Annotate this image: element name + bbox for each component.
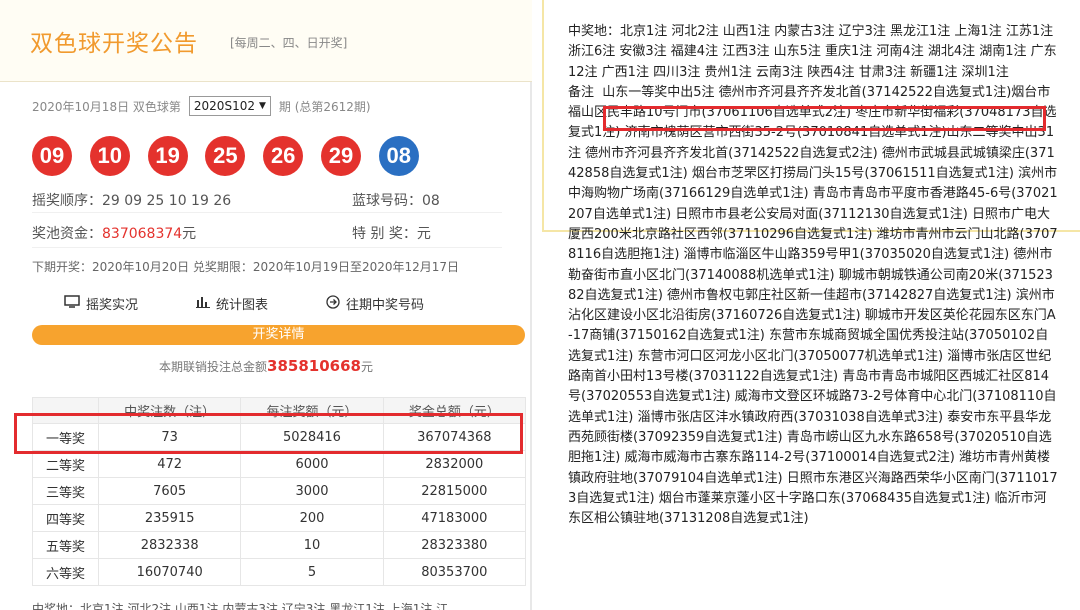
special-prize: 特 别 奖：元 xyxy=(352,223,431,243)
red-ball: 25 xyxy=(205,136,246,176)
blue-number-label: 蓝球号码： xyxy=(352,193,422,209)
arrow-circle-icon xyxy=(326,294,340,313)
total-sales: 本期联销投注总金额385810668元 xyxy=(0,357,532,375)
monitor-icon xyxy=(64,295,80,312)
prize-level: 二等奖 xyxy=(32,450,99,478)
stats-chart-link[interactable]: 统计图表 xyxy=(196,294,268,313)
prize-per-ticket: 3000 xyxy=(240,477,384,505)
winner-count: 235915 xyxy=(97,504,242,532)
draw-issue-row: 2020年10月18日 双色球第 2020S102 ▼ 期 (总第2612期) xyxy=(32,96,371,116)
right-panel: 中奖地：北京1注 河北2注 山西1注 内蒙古3注 辽宁3注 黑龙江1注 上海1注… xyxy=(542,0,1080,610)
prize-total: 2832000 xyxy=(382,450,527,478)
prize-per-ticket: 6000 xyxy=(240,450,384,478)
total-sales-amount: 385810668 xyxy=(267,357,361,375)
winner-count: 7605 xyxy=(97,477,242,505)
table-row: 二等奖 472 6000 2832000 xyxy=(32,450,527,478)
prize-per-ticket: 5 xyxy=(240,558,384,586)
table-row: 四等奖 235915 200 47183000 xyxy=(32,504,527,532)
prize-level: 五等奖 xyxy=(32,531,99,559)
past-results-link[interactable]: 往期中奖号码 xyxy=(326,294,424,313)
live-draw-link[interactable]: 摇奖实况 xyxy=(64,294,138,313)
prize-pool: 奖池资金：837068374元 xyxy=(32,223,196,243)
draw-order-label: 摇奖顺序： xyxy=(32,193,102,209)
winner-locations: 中奖地：北京1注 河北2注 山西1注 内蒙古3注 辽宁3注 黑龙江1注 上海1注… xyxy=(568,24,1057,80)
blue-number: 蓝球号码：08 xyxy=(352,190,440,210)
note-label: 备注 xyxy=(568,84,595,100)
prize-level: 四等奖 xyxy=(32,504,99,532)
prize-pool-label: 奖池资金： xyxy=(32,226,102,242)
red-ball: 26 xyxy=(263,136,304,176)
next-draw-info: 下期开奖：2020年10月20日 兑奖期限：2020年10月19日至2020年1… xyxy=(32,260,460,274)
prize-per-ticket: 200 xyxy=(240,504,384,532)
note-details: 烟台市福山区民丰路10号门市(37061106自选单式2注) 枣庄市新华街福彩(… xyxy=(568,84,1058,527)
prize-total: 22815000 xyxy=(382,477,527,505)
divider xyxy=(32,247,502,248)
note-highlight-box xyxy=(603,106,1046,131)
draw-date: 2020年10月18日 双色球第 xyxy=(32,99,181,114)
table-row: 三等奖 7605 3000 22815000 xyxy=(32,477,527,505)
divider xyxy=(32,212,502,213)
stats-chart-label: 统计图表 xyxy=(216,298,269,313)
cut-off-winners-line: 中奖地：北京1注 河北2注 山西1注 内蒙古3注 辽宁3注 黑龙江1注 上海1注… xyxy=(32,602,449,610)
prize-pool-unit: 元 xyxy=(182,226,197,242)
winner-count: 472 xyxy=(97,450,242,478)
winner-count: 16070740 xyxy=(97,558,242,586)
prize-pool-value: 837068374 xyxy=(102,226,183,242)
left-panel: 双色球开奖公告 [每周二、四、日开奖] 2020年10月18日 双色球第 202… xyxy=(0,0,532,610)
special-prize-label: 特 别 奖： xyxy=(352,226,417,242)
issue-select-value: 2020S102 xyxy=(193,99,255,113)
draw-order-value: 29 09 25 10 19 26 xyxy=(102,193,232,209)
prize-total: 28323380 xyxy=(382,531,527,559)
draw-schedule: [每周二、四、日开奖] xyxy=(230,36,348,50)
prize-per-ticket: 10 xyxy=(240,531,384,559)
issue-total: 期 (总第2612期) xyxy=(278,99,371,114)
prize-total: 47183000 xyxy=(382,504,527,532)
live-draw-label: 摇奖实况 xyxy=(86,298,139,313)
winner-count: 2832338 xyxy=(97,531,242,559)
red-ball: 29 xyxy=(320,136,361,176)
note: 备注 山东一等奖中出5注 德州市齐河县齐齐发北首(37142522自选复式1注)… xyxy=(568,83,1058,530)
bar-chart-icon xyxy=(196,296,211,312)
table-row: 五等奖 2832338 10 28323380 xyxy=(32,531,527,559)
chevron-down-icon: ▼ xyxy=(258,101,266,111)
prize-level: 三等奖 xyxy=(32,477,99,505)
table-row: 六等奖 16070740 5 80353700 xyxy=(32,558,527,586)
special-prize-value: 元 xyxy=(416,226,431,242)
blue-number-value: 08 xyxy=(422,193,440,209)
prize-total: 80353700 xyxy=(382,558,527,586)
red-ball: 10 xyxy=(89,136,130,176)
first-prize-highlight xyxy=(14,413,523,454)
total-sales-unit: 元 xyxy=(360,360,373,374)
details-bar: 开奖详情 xyxy=(32,325,525,345)
issue-select[interactable]: 2020S102 ▼ xyxy=(188,96,271,116)
winning-numbers: 09 10 19 25 26 29 08 xyxy=(32,136,437,176)
red-ball: 19 xyxy=(147,136,188,176)
past-results-label: 往期中奖号码 xyxy=(346,298,425,313)
draw-order: 摇奖顺序：29 09 25 10 19 26 xyxy=(32,190,231,210)
quick-links: 摇奖实况 统计图表 往期中奖号码 xyxy=(64,294,504,313)
total-sales-label: 本期联销投注总金额 xyxy=(159,360,268,374)
prize-level: 六等奖 xyxy=(32,558,99,586)
blue-ball: 08 xyxy=(378,136,419,176)
winners-details: 中奖地：北京1注 河北2注 山西1注 内蒙古3注 辽宁3注 黑龙江1注 上海1注… xyxy=(568,22,1058,529)
page-title: 双色球开奖公告 xyxy=(30,31,198,57)
announcement-header: 双色球开奖公告 [每周二、四、日开奖] xyxy=(0,0,532,82)
note-highlight: 山东一等奖中出5注 德州市齐河县齐齐发北首(37142522自选复式1注) xyxy=(602,84,1012,100)
red-ball: 09 xyxy=(32,136,72,176)
